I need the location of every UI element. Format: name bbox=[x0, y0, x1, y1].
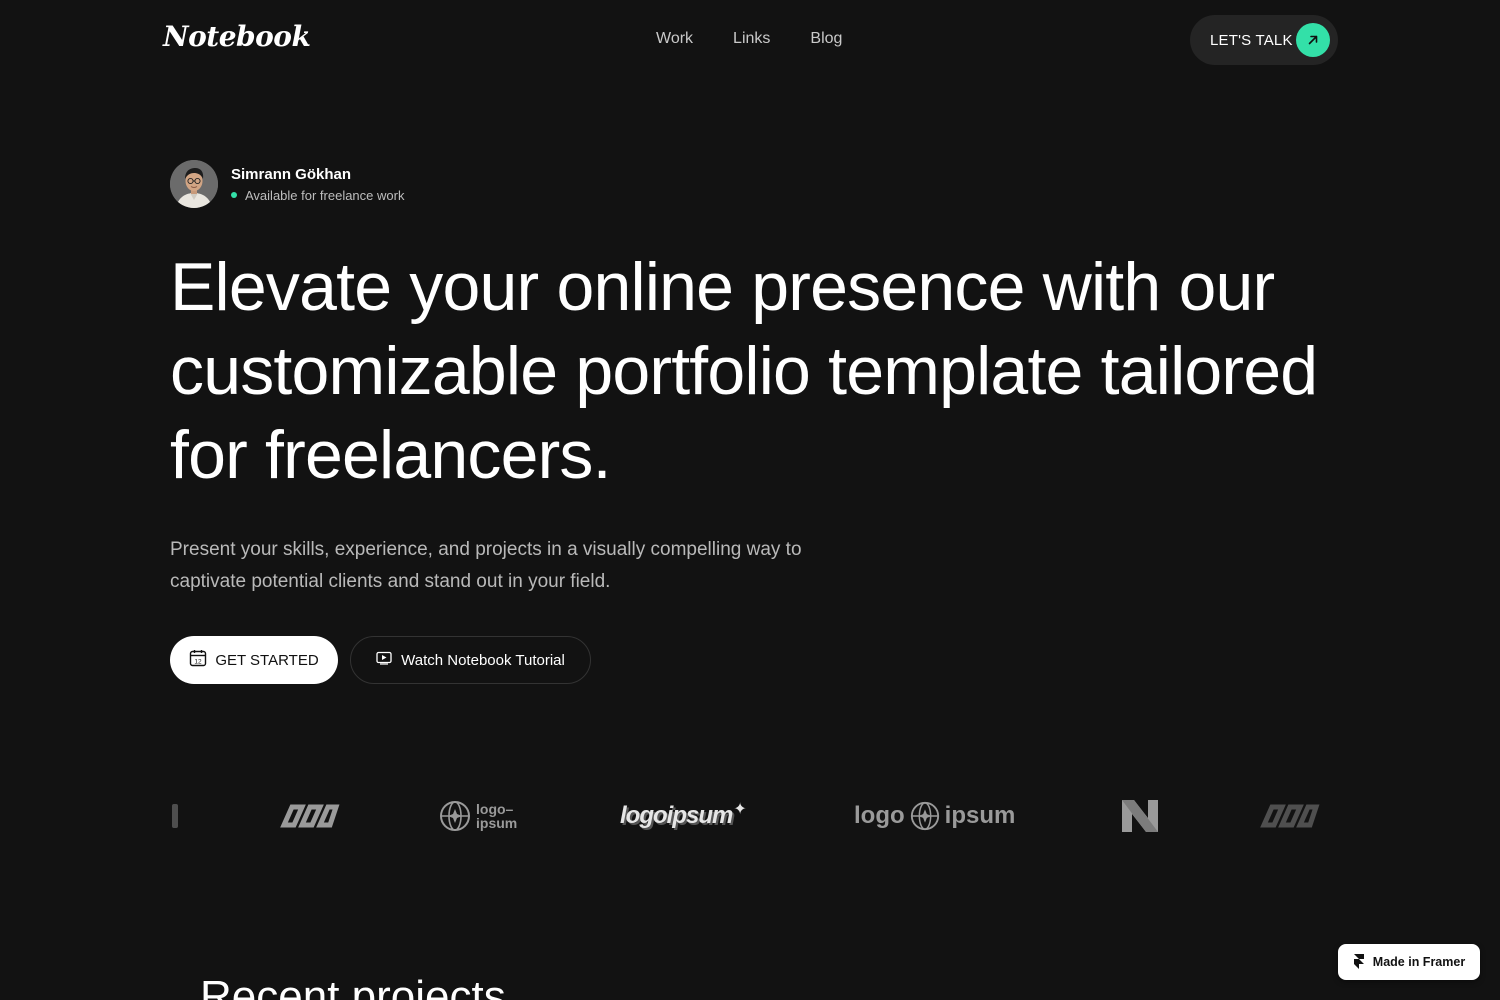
logo-fragment bbox=[170, 790, 180, 842]
made-in-framer-badge[interactable]: Made in Framer bbox=[1338, 944, 1480, 980]
logo-split-wordmark: logo ipsum bbox=[854, 790, 1015, 842]
logo-stacked-top: logo– bbox=[476, 801, 514, 817]
logo-loops-icon bbox=[278, 790, 342, 842]
get-started-button[interactable]: 12 GET STARTED bbox=[170, 636, 338, 684]
arrow-up-right-icon bbox=[1296, 23, 1330, 57]
logo-bold-wordmark: logoipsum ✦ bbox=[620, 790, 747, 842]
watch-tutorial-button[interactable]: Watch Notebook Tutorial bbox=[350, 636, 591, 684]
nav-link-links[interactable]: Links bbox=[733, 30, 770, 48]
recent-projects-section: Recent projects bbox=[170, 972, 506, 1000]
lets-talk-label: LET'S TALK bbox=[1210, 31, 1293, 49]
logo-globe-stacked: logo– ipsum bbox=[438, 790, 517, 842]
logo-n-mark bbox=[1118, 790, 1162, 842]
avatar bbox=[170, 160, 218, 208]
logo-split-left: logo bbox=[854, 802, 905, 829]
profile-name: Simrann Gökhan bbox=[231, 165, 352, 183]
logo-stacked-bottom: ipsum bbox=[476, 815, 518, 831]
get-started-label: GET STARTED bbox=[215, 651, 319, 669]
recent-projects-title: Recent projects bbox=[200, 972, 506, 1000]
nav-link-blog[interactable]: Blog bbox=[810, 30, 842, 48]
site-header: Notebook Work Links Blog LET'S TALK bbox=[0, 0, 1500, 80]
sparkle-icon: ✦ bbox=[733, 801, 747, 818]
hero-subtext: Present your skills, experience, and pro… bbox=[170, 539, 802, 592]
page: Notebook Work Links Blog LET'S TALK Simr… bbox=[0, 0, 1500, 1000]
watch-tutorial-label: Watch Notebook Tutorial bbox=[401, 651, 565, 669]
framer-icon bbox=[1353, 953, 1365, 972]
calendar-icon: 12 bbox=[189, 649, 207, 671]
logo-bold-text: logoipsum bbox=[620, 802, 733, 829]
status-dot-icon bbox=[231, 192, 237, 198]
globe-icon bbox=[440, 801, 470, 831]
client-logos-strip: logo– ipsum logoipsum ✦ logo ipsum bbox=[170, 790, 1330, 842]
profile-card: Simrann Gökhan Available for freelance w… bbox=[170, 160, 404, 208]
main-nav: Work Links Blog bbox=[656, 30, 842, 48]
lets-talk-button[interactable]: LET'S TALK bbox=[1190, 15, 1338, 65]
site-logo[interactable]: Notebook bbox=[163, 20, 311, 53]
globe-icon bbox=[910, 801, 939, 831]
nav-link-work[interactable]: Work bbox=[656, 30, 693, 48]
logo-loops-icon bbox=[1258, 790, 1322, 842]
profile-text: Simrann Gökhan Available for freelance w… bbox=[231, 166, 404, 203]
calendar-day: 12 bbox=[195, 658, 203, 665]
availability-status: Available for freelance work bbox=[231, 188, 404, 203]
made-in-framer-label: Made in Framer bbox=[1372, 955, 1466, 969]
hero-headline: Elevate your online presence with our cu… bbox=[170, 249, 1318, 493]
video-icon bbox=[376, 651, 392, 669]
availability-label: Available for freelance work bbox=[245, 187, 405, 203]
logo-split-right: ipsum bbox=[944, 802, 1016, 829]
